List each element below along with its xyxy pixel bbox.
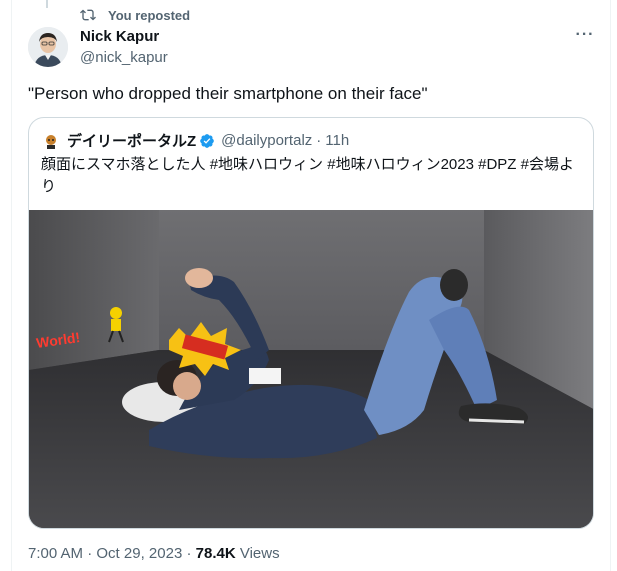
quote-header: デイリーポータルZ @dailyportalz · 11h <box>41 130 349 151</box>
tweet-date[interactable]: Oct 29, 2023 <box>96 545 182 562</box>
quote-text: 顔面にスマホ落とした人 #地味ハロウィン #地味ハロウィン2023 #DPZ #… <box>41 156 574 195</box>
verified-badge-icon <box>200 133 215 148</box>
meta-separator: · <box>87 545 93 562</box>
tweet-time[interactable]: 7:00 AM <box>28 545 83 562</box>
quote-photo[interactable]: World! <box>29 210 593 528</box>
thread-line <box>46 0 48 8</box>
views-label: Views <box>239 545 280 562</box>
quote-avatar[interactable] <box>41 130 61 151</box>
author-name[interactable]: Nick Kapur <box>80 28 159 45</box>
meta-separator: · <box>186 545 192 562</box>
quote-separator: · <box>316 132 322 149</box>
views-count[interactable]: 78.4K <box>196 545 236 562</box>
quote-timestamp[interactable]: 11h <box>325 132 349 149</box>
repost-label: You reposted <box>108 7 191 23</box>
repost-indicator[interactable]: You reposted <box>80 7 190 23</box>
quote-author-handle[interactable]: @dailyportalz <box>221 132 312 149</box>
repost-icon <box>80 9 96 21</box>
author-handle[interactable]: @nick_kapur <box>80 49 168 66</box>
quoted-tweet[interactable]: デイリーポータルZ @dailyportalz · 11h 顔面にスマホ落とした… <box>28 117 594 529</box>
avatar[interactable] <box>28 27 68 67</box>
more-icon[interactable]: ··· <box>574 27 596 48</box>
tweet-meta: 7:00 AM · Oct 29, 2023 · 78.4K Views <box>28 545 280 562</box>
tweet-text: "Person who dropped their smartphone on … <box>28 84 428 103</box>
quote-author-name[interactable]: デイリーポータルZ <box>67 130 196 151</box>
